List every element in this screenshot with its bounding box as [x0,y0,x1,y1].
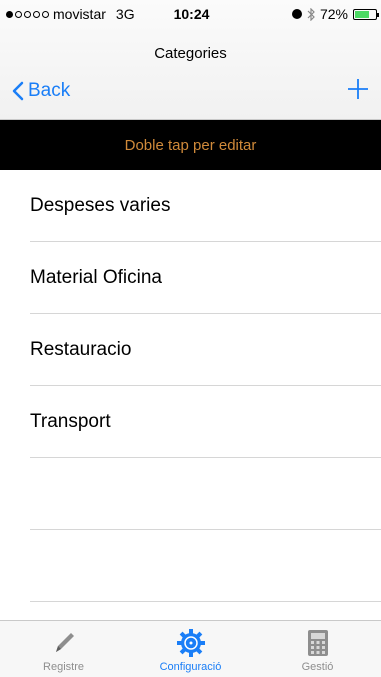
back-label: Back [28,80,71,101]
tab-bar: Registre Configuració Gestió [0,620,381,677]
list-item[interactable]: Material Oficina [30,242,381,314]
list-item[interactable]: Restauracio [30,314,381,386]
tab-label: Registre [43,661,84,673]
page-title: Categories [154,45,227,62]
edit-hint-text: Doble tap per editar [124,136,257,154]
list-item[interactable]: Despeses varies [30,170,381,242]
tab-label: Configuració [159,661,222,673]
status-bar: movistar 3G 10:24 72% [6,6,379,24]
list-item[interactable]: Transport [30,386,381,458]
tab-gestio[interactable]: Gestió [254,621,381,677]
category-list: Despeses varies Material Oficina Restaur… [0,170,381,602]
edit-hint-banner: Doble tap per editar [0,120,381,170]
battery-percent: 72% [319,6,348,22]
chevron-left-icon [12,81,24,101]
header: movistar 3G 10:24 72% Categories Back [0,0,381,120]
gear-icon [176,629,205,657]
tab-registre[interactable]: Registre [0,621,127,677]
plus-icon[interactable] [347,78,369,100]
empty-row [30,458,381,530]
category-label: Despeses varies [30,194,171,216]
category-label: Restauracio [30,338,132,360]
battery-icon [353,8,379,20]
tab-label: Gestió [301,661,334,673]
bluetooth-icon [307,7,315,21]
category-label: Transport [30,410,111,432]
category-label: Material Oficina [30,266,162,288]
empty-row [30,530,381,602]
pencil-icon [55,633,74,652]
alarm-icon [291,9,302,19]
back-button[interactable]: Back [12,80,70,102]
calculator-icon [307,630,328,656]
tab-configuracio[interactable]: Configuració [127,621,254,677]
